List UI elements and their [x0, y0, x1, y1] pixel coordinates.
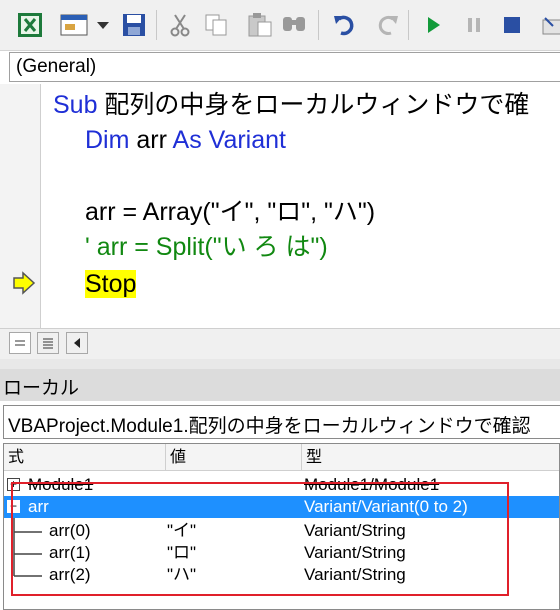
- column-header-value[interactable]: 値: [166, 444, 302, 470]
- keyword-dim: Dim: [85, 126, 130, 154]
- locals-header-row: 式 値 型: [4, 444, 559, 471]
- insert-userform-icon[interactable]: [58, 9, 90, 41]
- undo-icon[interactable]: [330, 9, 362, 41]
- find-icon[interactable]: [278, 9, 310, 41]
- code-line-array: arr = Array("イ", "ロ", "ハ"): [85, 198, 376, 226]
- code-editor[interactable]: Sub 配列の中身をローカルウィンドウで確 Dim arr As Variant…: [41, 84, 560, 328]
- locals-window-title-bar[interactable]: ローカル: [0, 369, 560, 401]
- keyword-as-variant: As Variant: [172, 126, 286, 154]
- current-line-arrow-icon: [12, 271, 36, 299]
- procedure-name: 配列の中身をローカルウィンドウで確: [97, 91, 530, 119]
- locals-context-text: VBAProject.Module1.配列の中身をローカルウィンドウで確認: [8, 416, 531, 437]
- object-combo-value: (General): [16, 56, 97, 77]
- reset-icon[interactable]: [496, 9, 528, 41]
- cut-icon[interactable]: [164, 9, 196, 41]
- break-icon[interactable]: [458, 9, 490, 41]
- window-separator: [0, 359, 560, 369]
- object-combo-box[interactable]: (General): [9, 52, 560, 82]
- copy-icon[interactable]: [200, 9, 232, 41]
- variable-name: arr: [129, 126, 173, 154]
- run-icon[interactable]: [418, 9, 450, 41]
- standard-toolbar: [0, 0, 560, 51]
- code-line-sub: Sub 配列の中身をローカルウィンドウで確: [53, 88, 529, 122]
- locals-context-field[interactable]: VBAProject.Module1.配列の中身をローカルウィンドウで確認: [3, 405, 560, 439]
- column-header-type[interactable]: 型: [302, 444, 559, 470]
- code-line-stop: Stop: [85, 267, 137, 301]
- annotation-highlight-box: [11, 482, 509, 596]
- full-module-view-icon[interactable]: [37, 332, 59, 354]
- paste-icon[interactable]: [244, 9, 276, 41]
- keyword-sub: Sub: [53, 91, 98, 119]
- design-mode-icon[interactable]: [536, 9, 560, 41]
- code-window-bottom-bar: [0, 328, 560, 360]
- code-line-comment: ' arr = Split("い ろ は"): [85, 233, 328, 261]
- redo-icon[interactable]: [370, 9, 402, 41]
- save-icon[interactable]: [118, 9, 150, 41]
- scroll-left-icon[interactable]: [66, 332, 88, 354]
- excel-view-icon[interactable]: [14, 9, 46, 41]
- procedure-view-icon[interactable]: [9, 332, 31, 354]
- dropdown-icon[interactable]: [92, 9, 114, 41]
- code-line-dim: Dim arr As Variant: [85, 123, 286, 157]
- locals-window-title: ローカル: [3, 378, 80, 399]
- current-statement-highlight: Stop: [85, 270, 137, 298]
- column-header-expression[interactable]: 式: [4, 444, 166, 470]
